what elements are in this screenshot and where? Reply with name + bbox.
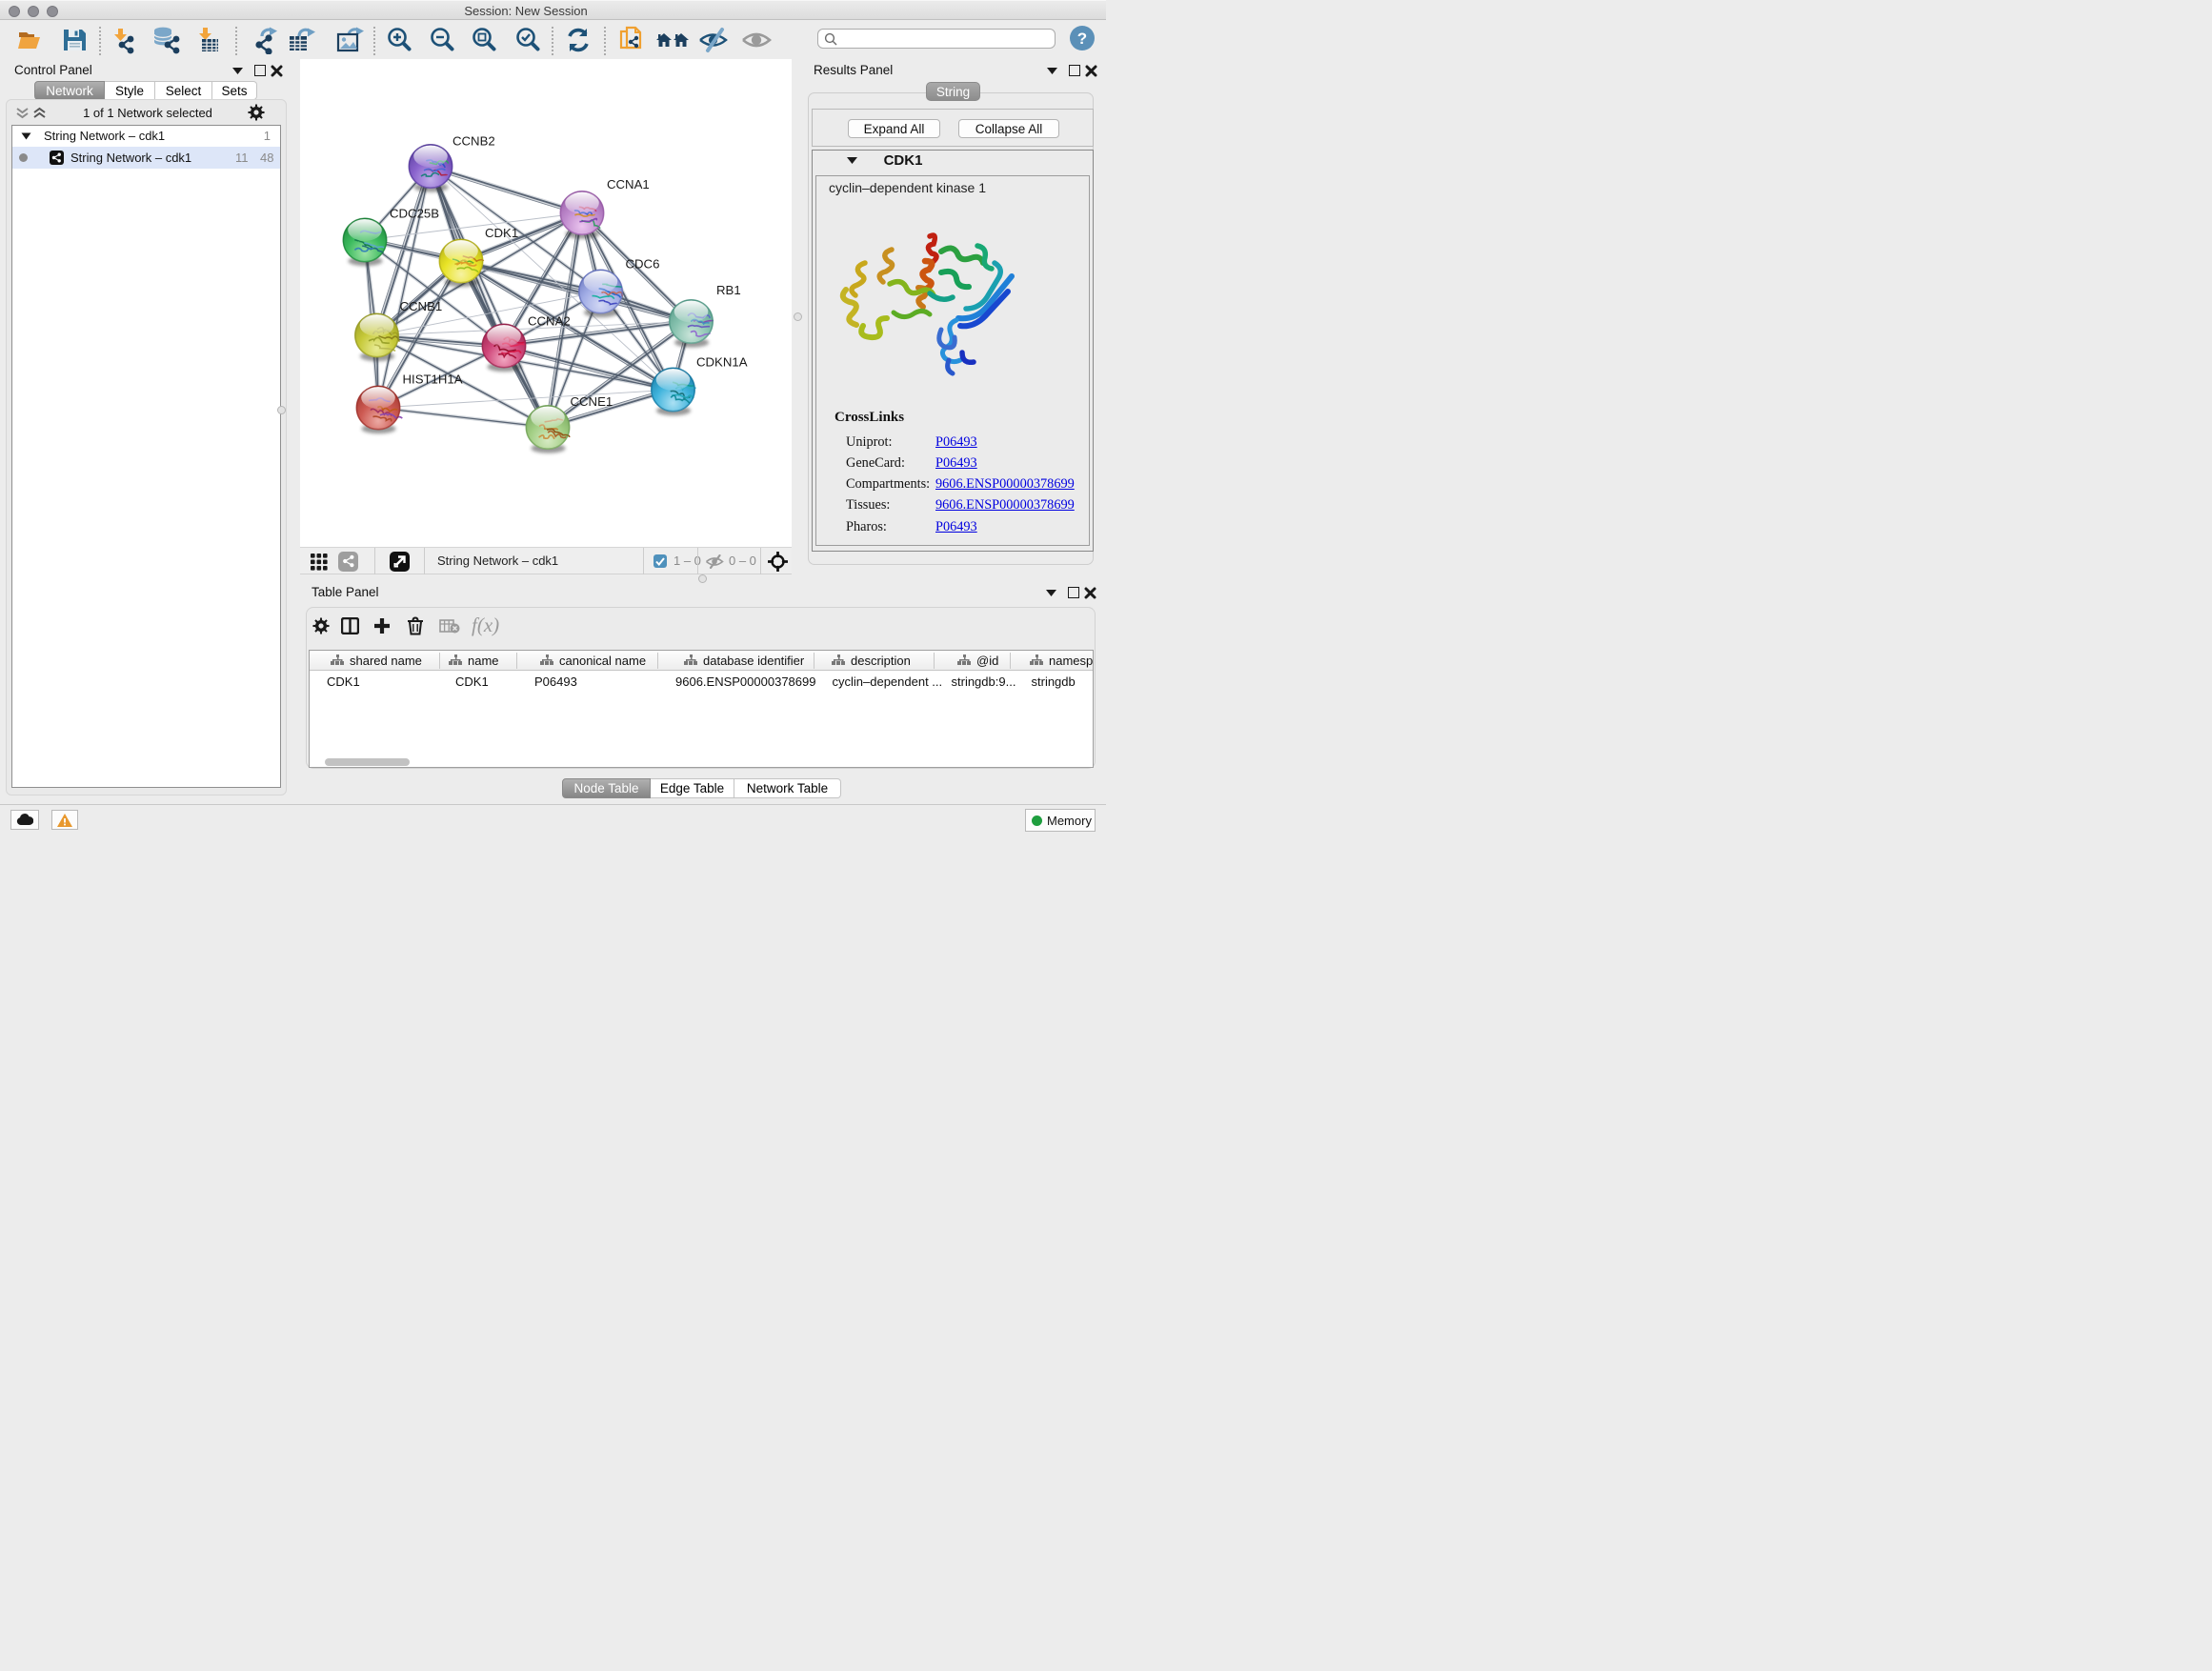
svg-text:CCNE1: CCNE1 [571,394,613,409]
svg-text:CDC6: CDC6 [626,257,660,272]
svg-text:CCNA2: CCNA2 [528,314,571,329]
svg-text:CDKN1A: CDKN1A [696,355,748,370]
svg-text:RB1: RB1 [716,283,741,297]
svg-text:CDK1: CDK1 [485,226,518,240]
svg-text:CCNA1: CCNA1 [607,177,650,191]
svg-text:CCNB2: CCNB2 [452,134,495,149]
svg-text:CDC25B: CDC25B [390,207,439,221]
svg-text:?: ? [1077,30,1087,48]
svg-text:HIST1H1A: HIST1H1A [403,372,463,387]
svg-text:CCNB1: CCNB1 [400,299,443,313]
